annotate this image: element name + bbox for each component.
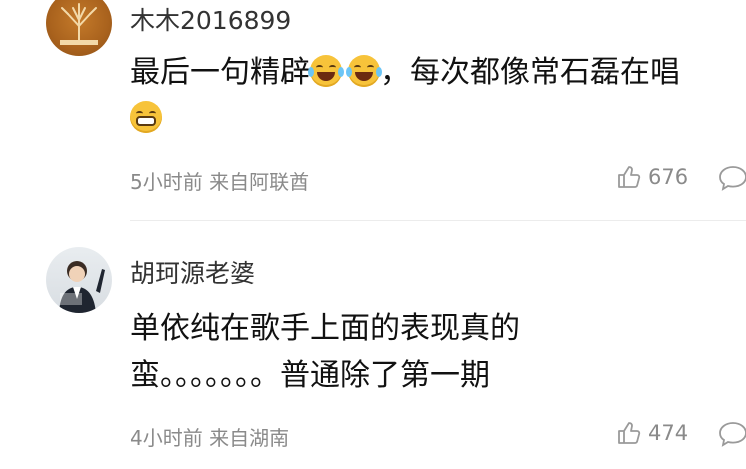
reply-bubble-icon[interactable] [718, 164, 746, 192]
thumbs-up-icon [618, 422, 641, 444]
like-button[interactable]: 474 [616, 420, 688, 446]
thumbs-up-icon [618, 166, 641, 188]
user-avatar[interactable] [46, 247, 112, 313]
comment-text-line2: 蛮。。。。。。。普通除了第一期 [130, 358, 490, 393]
comment-text-part: 最后一句精辟 [130, 55, 310, 90]
reply-bubble-icon[interactable] [718, 420, 746, 448]
comment-meta: 4小时前 来自湖南 [130, 426, 290, 450]
comment-text: 最后一句精辟 ，每次都像常石磊在唱 [130, 50, 680, 96]
user-avatar[interactable] [46, 0, 112, 56]
comment-meta: 5小时前 来自阿联酋 [130, 170, 310, 194]
laugh-cry-emoji-icon [308, 55, 344, 87]
comment-divider [130, 220, 746, 221]
person-photo-icon [59, 261, 105, 313]
comment-text: 单依纯在歌手上面的表现真的 [130, 311, 520, 346]
tree-logo-icon [60, 3, 98, 45]
like-count: 676 [648, 165, 689, 189]
grin-emoji-icon [130, 101, 162, 133]
laugh-cry-emoji-icon [346, 55, 382, 87]
like-count: 474 [648, 421, 689, 445]
comment-text-line2 [130, 96, 162, 142]
comment-username[interactable]: 胡珂源老婆 [130, 254, 255, 290]
like-button[interactable]: 676 [616, 164, 688, 190]
comment-text-part: ，每次都像常石磊在唱 [380, 55, 680, 90]
comment-username[interactable]: 木木2016899 [130, 1, 291, 37]
